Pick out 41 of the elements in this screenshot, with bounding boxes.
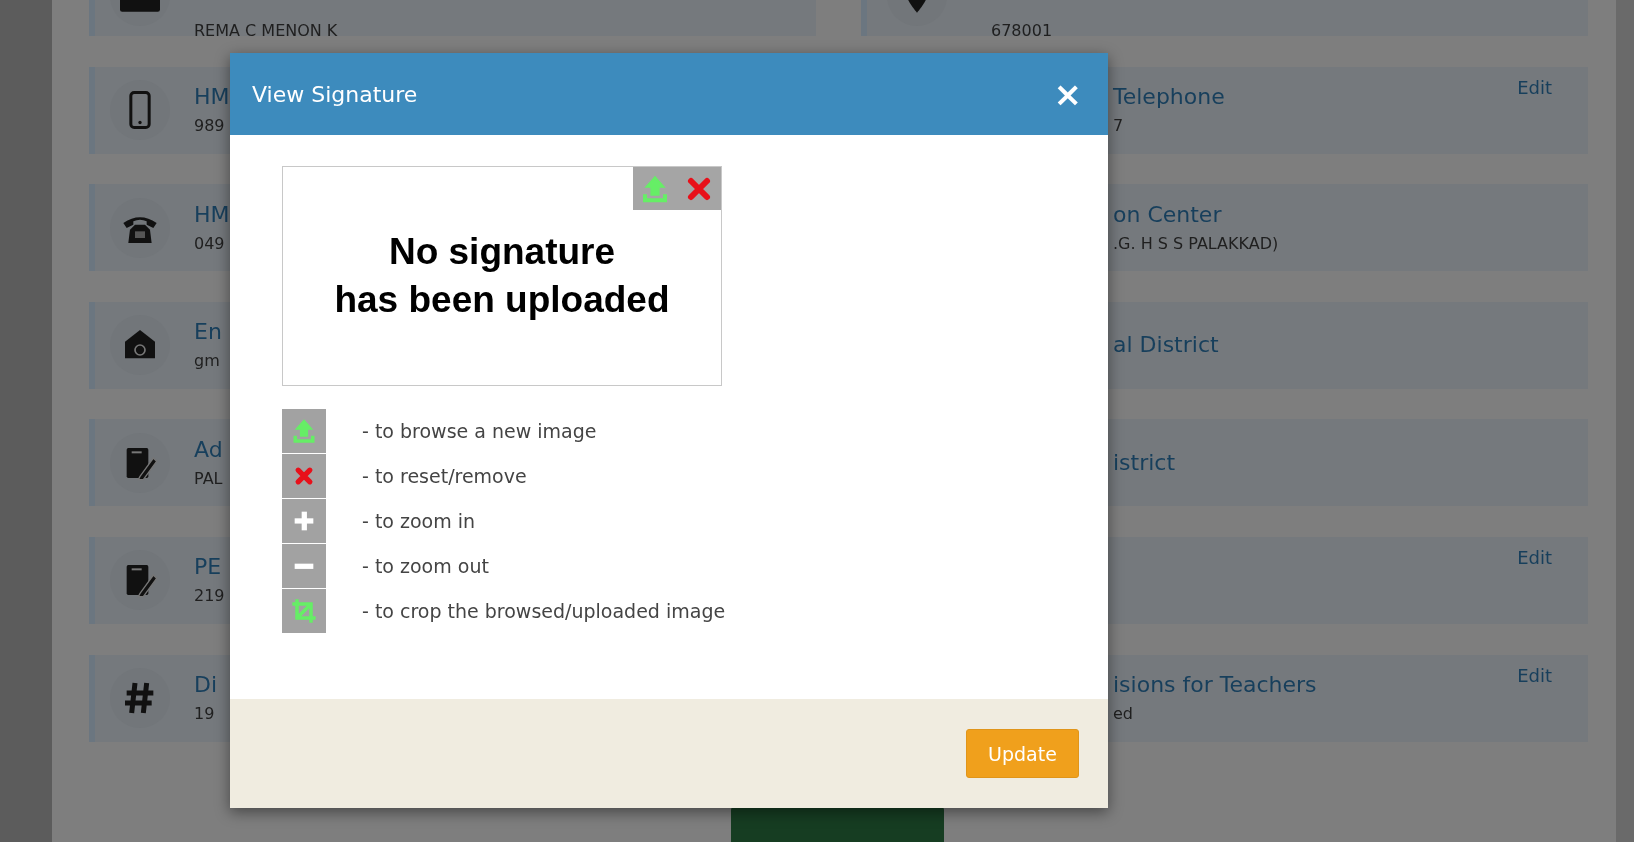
field-label: on Center [1113,200,1223,229]
field-value: PAL [194,467,223,490]
field-label: PE [194,553,223,582]
field-value: 219 [194,585,225,608]
crop-icon [282,589,326,633]
close-icon [282,454,326,498]
legend-text: - to zoom out [362,555,489,577]
edit-link[interactable]: Edit [1517,76,1552,98]
field-value: 7 [1113,115,1125,138]
field-value: REMA C MENON K [194,20,338,42]
field-label: Di [194,671,218,700]
legend-text: - to reset/remove [362,465,527,487]
close-button[interactable]: × [1049,77,1086,111]
field-label: HM [194,200,230,229]
field-value: .G. H S S PALAKKAD) [1113,232,1279,255]
empty-message: has been uploaded [334,278,670,322]
field-label: HM [194,83,230,112]
empty-message: No signature [387,230,617,274]
field-value: 049 [194,232,226,255]
dialog-title: View Signature [252,81,418,107]
legend-text: - to browse a new image [362,420,597,442]
field-label: Telephone [1113,83,1225,112]
field-value: ed [1113,703,1134,726]
field-value: 19 [194,703,216,726]
edit-link[interactable]: Edit [1517,664,1552,686]
upload-icon [282,409,326,453]
field-label: Ad [194,435,223,464]
field-value: gm [194,350,221,373]
action-button[interactable] [731,806,944,842]
legend-text: - to crop the browsed/uploaded image [362,600,726,622]
plus-icon [282,499,326,543]
legend-text: - to zoom in [362,510,476,532]
field-value: 678001 [991,20,1053,42]
field-label: isions for Teachers [1113,671,1317,700]
edit-link[interactable]: Edit [1517,546,1552,568]
field-label: En [194,318,222,347]
field-label: al District [1113,331,1219,360]
minus-icon [282,544,326,588]
field-label: istrict [1113,448,1176,477]
field-value: 989 [194,115,226,138]
update-button[interactable]: Update [966,729,1079,778]
